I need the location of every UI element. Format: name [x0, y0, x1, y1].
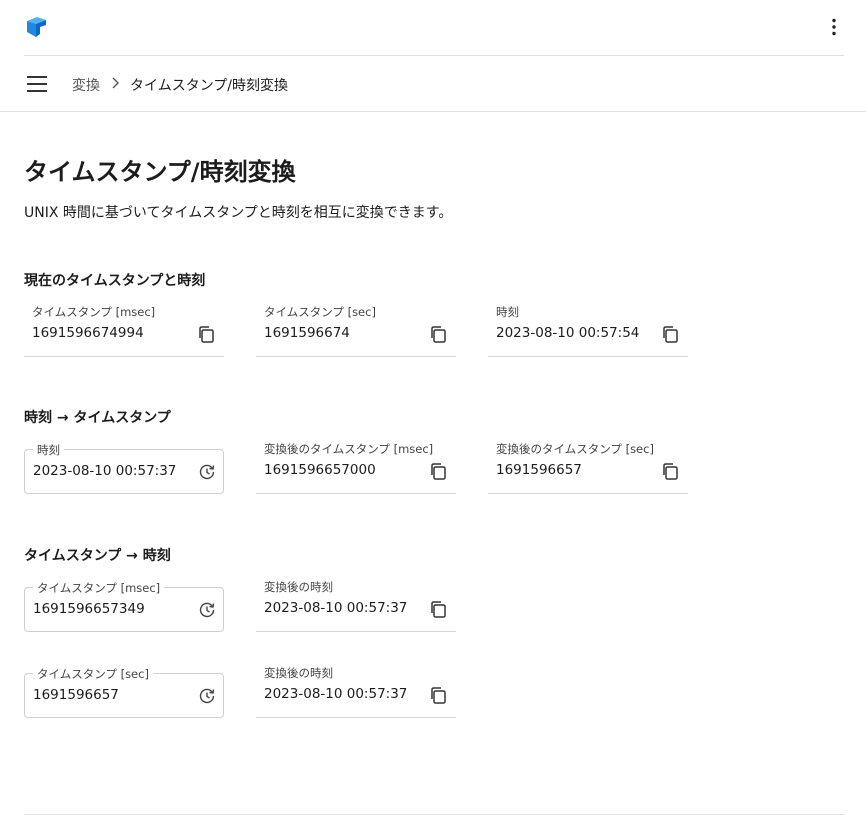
copy-icon[interactable] — [196, 324, 216, 344]
brand-logo-icon[interactable] — [26, 17, 46, 37]
field-value: 2023-08-10 00:57:54 — [496, 325, 640, 341]
field-label: 変換後の時刻 — [264, 666, 333, 680]
copy-icon[interactable] — [660, 461, 680, 481]
field-label: 時刻 — [496, 305, 519, 319]
field-value: 1691596657 — [496, 462, 582, 478]
breadcrumb: 変換 タイムスタンプ/時刻変換 — [0, 56, 866, 112]
page-description: UNIX 時間に基づいてタイムスタンプと時刻を相互に変換できます。 — [24, 205, 453, 221]
converted-timestamp-sec-field: 変換後のタイムスタンプ [sec] 1691596657 — [488, 442, 688, 494]
copy-icon[interactable] — [428, 461, 448, 481]
section-title-time-to-timestamp: 時刻 → タイムスタンプ — [24, 410, 171, 426]
current-timestamp-sec-field: タイムスタンプ [sec] 1691596674 — [256, 305, 456, 357]
field-value: 2023-08-10 00:57:37 — [264, 600, 408, 616]
field-value[interactable]: 1691596657 — [33, 687, 119, 703]
copy-icon[interactable] — [428, 599, 448, 619]
field-value[interactable]: 2023-08-10 00:57:37 — [33, 463, 176, 479]
timestamp-msec-input-field[interactable]: タイムスタンプ [msec] 1691596657349 — [24, 580, 224, 632]
breadcrumb-current: タイムスタンプ/時刻変換 — [130, 78, 289, 94]
copy-icon[interactable] — [428, 324, 448, 344]
more-vert-icon[interactable] — [824, 17, 844, 37]
clock-reset-icon[interactable] — [197, 686, 217, 706]
field-label: タイムスタンプ [msec] — [32, 305, 156, 319]
converted-time-from-sec-field: 変換後の時刻 2023-08-10 00:57:37 — [256, 666, 456, 718]
converted-time-from-msec-field: 変換後の時刻 2023-08-10 00:57:37 — [256, 580, 456, 632]
field-value: 2023-08-10 00:57:37 — [264, 686, 408, 702]
field-label: 変換後のタイムスタンプ [msec] — [264, 442, 434, 456]
current-timestamp-msec-field: タイムスタンプ [msec] 1691596674994 — [24, 305, 224, 357]
page-title: タイムスタンプ/時刻変換 — [24, 158, 296, 186]
copy-icon[interactable] — [660, 324, 680, 344]
clock-reset-icon[interactable] — [197, 600, 217, 620]
breadcrumb-parent-link[interactable]: 変換 — [72, 75, 100, 95]
field-label: 変換後のタイムスタンプ [sec] — [496, 442, 654, 456]
converted-timestamp-msec-field: 変換後のタイムスタンプ [msec] 1691596657000 — [256, 442, 456, 494]
field-label: 変換後の時刻 — [264, 580, 333, 594]
section-title-timestamp-to-time: タイムスタンプ → 時刻 — [24, 548, 171, 564]
footer-divider — [24, 814, 844, 815]
clock-reset-icon[interactable] — [197, 462, 217, 482]
field-label: タイムスタンプ [sec] — [264, 305, 376, 319]
top-app-bar — [24, 0, 844, 56]
copy-icon[interactable] — [428, 685, 448, 705]
hamburger-menu-icon[interactable] — [25, 72, 49, 96]
field-value: 1691596674 — [264, 325, 350, 341]
current-time-field: 時刻 2023-08-10 00:57:54 — [488, 305, 688, 357]
field-value: 1691596674994 — [32, 325, 144, 341]
section-title-current: 現在のタイムスタンプと時刻 — [24, 273, 206, 289]
field-label: 時刻 — [33, 442, 64, 458]
field-value[interactable]: 1691596657349 — [33, 601, 145, 617]
field-value: 1691596657000 — [264, 462, 376, 478]
field-label: タイムスタンプ [msec] — [33, 580, 165, 596]
chevron-right-icon — [112, 77, 119, 89]
field-label: タイムスタンプ [sec] — [33, 666, 153, 682]
time-input-field[interactable]: 時刻 2023-08-10 00:57:37 — [24, 442, 224, 494]
timestamp-sec-input-field[interactable]: タイムスタンプ [sec] 1691596657 — [24, 666, 224, 718]
